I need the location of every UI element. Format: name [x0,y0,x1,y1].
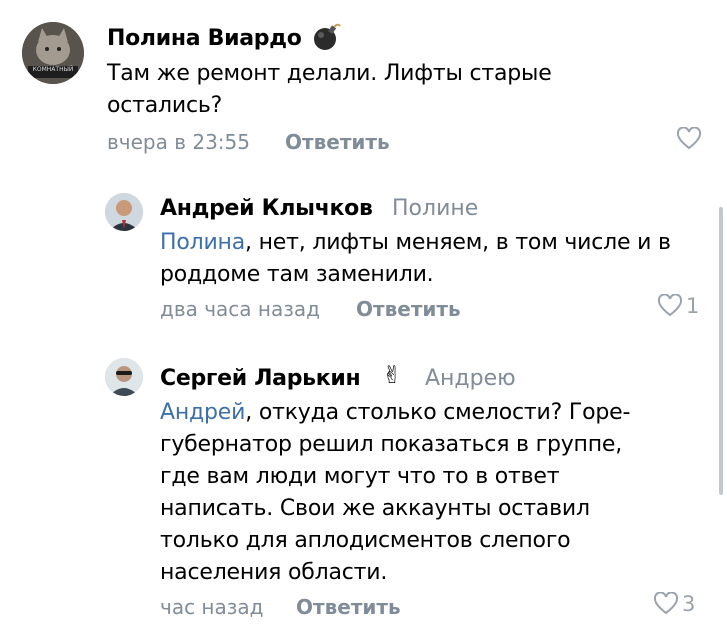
comment-andrey: Андрей Клычков Полине Полина, нет, лифты… [0,170,727,340]
bomb-icon [314,23,341,50]
author-name[interactable]: Андрей Клычков [160,196,373,221]
like-button[interactable]: 1 [657,294,699,318]
reply-to[interactable]: Андрею [425,366,516,391]
like-button[interactable]: 3 [653,592,695,616]
comment-sergey: Сергей Ларькин ✌ Андрею Андрей, откуда с… [0,340,727,640]
author-name[interactable]: Сергей Ларькин [160,366,361,391]
person-avatar-icon [105,193,143,231]
person-avatar-icon [105,358,143,396]
heart-icon [657,294,683,317]
comment-polina: КОМНАТНЫЙ Полина Виардо Там же ремонт де… [0,0,727,170]
like-count: 1 [686,294,700,318]
reply-button[interactable]: Ответить [356,297,461,321]
comment-text: Полина, нет, лифты меняем, в том числе и… [160,227,700,291]
comment-time: вчера в 23:55 [107,130,250,154]
avatar-caption: КОМНАТНЫЙ [32,66,74,73]
cat-avatar-icon [22,22,84,84]
mention-link[interactable]: Полина [160,230,245,255]
victory-hand-icon: ✌ [382,361,403,389]
author-name[interactable]: Полина Виардо [107,26,302,51]
comment-body: , откуда столько смелости? Горе-губернат… [160,400,631,585]
like-button[interactable] [676,127,702,151]
avatar[interactable] [105,193,143,231]
comment-text: Андрей, откуда столько смелости? Горе-гу… [160,397,650,589]
comment-time: час назад [160,595,264,619]
mention-link[interactable]: Андрей [160,400,245,425]
scrollbar[interactable] [719,207,723,495]
comment-text: Там же ремонт делали. Лифты старые остал… [107,61,552,118]
reply-button[interactable]: Ответить [296,595,401,619]
reply-button[interactable]: Ответить [285,130,390,154]
reply-to[interactable]: Полине [392,196,478,221]
like-count: 3 [682,592,696,616]
avatar[interactable] [105,358,143,396]
comment-time: два часа назад [160,297,320,321]
avatar[interactable]: КОМНАТНЫЙ [22,22,84,84]
heart-icon [653,592,679,615]
heart-icon [676,127,702,150]
